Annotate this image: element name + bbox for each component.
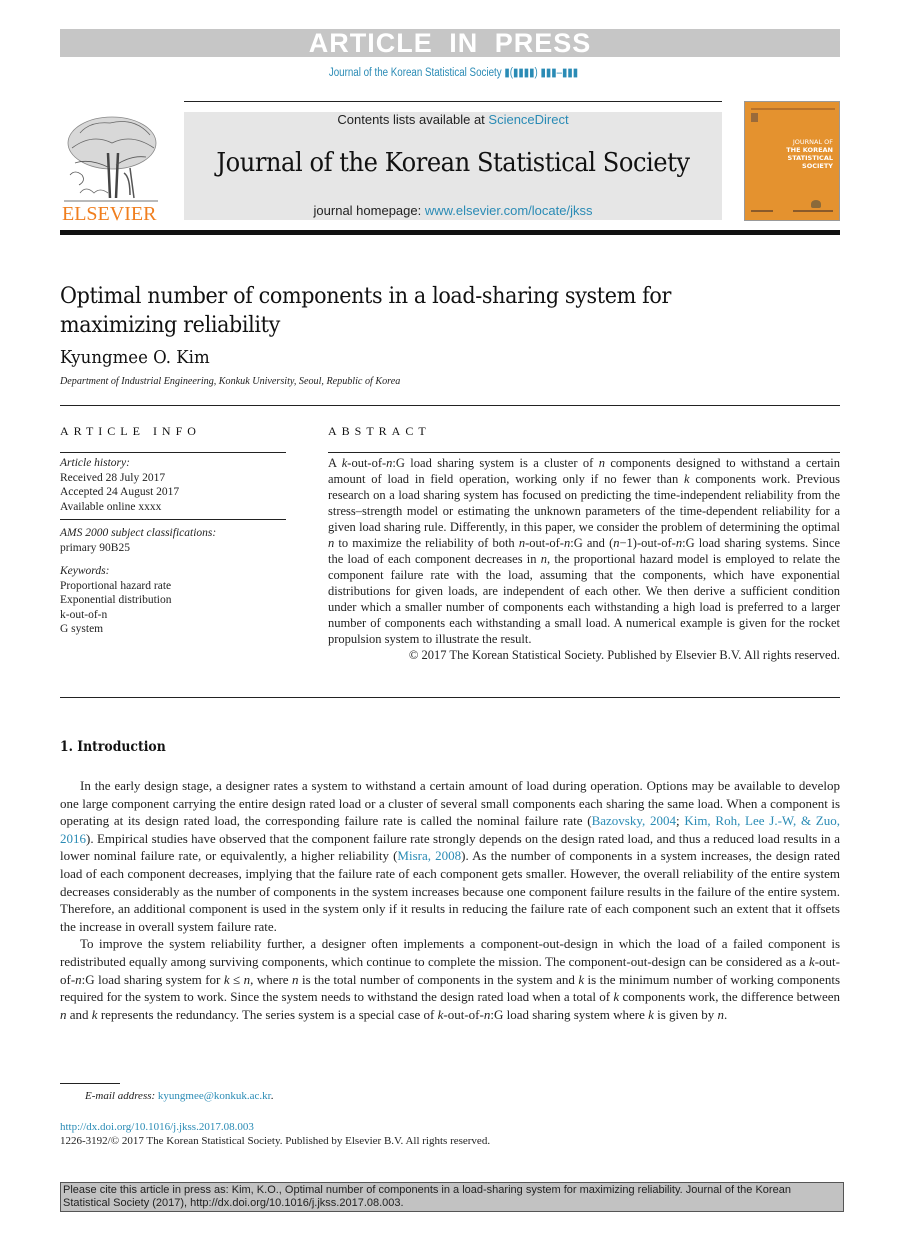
abstract-copyright: © 2017 The Korean Statistical Society. P… xyxy=(408,648,840,662)
article-info-heading: ARTICLE INFO xyxy=(60,424,201,438)
abstract-paragraph: A k-out-of-n:G load sharing system is a … xyxy=(328,456,841,646)
homepage-prefix: journal homepage: xyxy=(313,203,425,218)
abstract-text: A k-out-of-n:G load sharing system is a … xyxy=(328,455,840,663)
cover-seal-icon xyxy=(811,200,821,208)
footnote-rule xyxy=(60,1083,120,1084)
history-label: Article history: xyxy=(60,457,130,469)
citation-box: Please cite this article in press as: Ki… xyxy=(60,1182,844,1212)
author-affiliation: Department of Industrial Engineering, Ko… xyxy=(60,375,401,387)
sciencedirect-link[interactable]: ScienceDirect xyxy=(488,112,568,127)
abstract-rule xyxy=(328,452,840,453)
keyword: Proportional hazard rate xyxy=(60,579,172,592)
issn-copyright: 1226-3192/© 2017 The Korean Statistical … xyxy=(60,1135,491,1147)
journal-cover-thumbnail[interactable]: JOURNAL OF THE KOREAN STATISTICAL SOCIET… xyxy=(744,101,840,221)
keyword: Exponential distribution xyxy=(60,594,172,606)
email-link[interactable]: kyungmee@konkuk.ac.kr xyxy=(158,1090,271,1102)
article-info: Article history: Received 28 July 2017 A… xyxy=(60,456,286,637)
introduction-body: In the early design stage, a designer ra… xyxy=(60,777,840,1023)
doi-link[interactable]: http://dx.doi.org/10.1016/j.jkss.2017.08… xyxy=(60,1121,254,1133)
article-title-line: Optimal number of components in a load-s… xyxy=(60,283,671,309)
keywords-label: Keywords: xyxy=(60,565,110,577)
article-title: Optimal number of components in a load-s… xyxy=(60,282,759,340)
accepted-date: Accepted 24 August 2017 xyxy=(60,486,180,498)
header-top-rule xyxy=(184,101,722,102)
reference-link-bazovsky[interactable]: Bazovsky, 2004 xyxy=(592,813,676,828)
cover-footer-right xyxy=(793,210,833,212)
article-info-divider xyxy=(60,519,286,520)
cover-title-line: SOCIETY xyxy=(802,162,833,170)
contents-prefix: Contents lists available at xyxy=(337,112,489,127)
cover-title-line: STATISTICAL xyxy=(787,154,833,162)
abstract-heading: ABSTRACT xyxy=(328,424,431,438)
journal-reference: Journal of the Korean Statistical Societ… xyxy=(328,67,579,79)
homepage-link[interactable]: www.elsevier.com/locate/jkss xyxy=(425,203,593,218)
cover-title-line: THE KOREAN xyxy=(786,146,833,154)
article-info-rule xyxy=(60,452,286,453)
cover-top-strip xyxy=(751,108,835,110)
cover-title-line: JOURNAL OF xyxy=(792,138,833,146)
ams-value: primary 90B25 xyxy=(60,541,130,554)
keyword: G system xyxy=(60,623,104,635)
reference-link-misra[interactable]: Misra, 2008 xyxy=(397,848,461,863)
ams-label: AMS 2000 subject classifications: xyxy=(60,527,217,539)
intro-paragraph-1: In the early design stage, a designer ra… xyxy=(60,778,840,934)
cover-footer-left xyxy=(751,210,773,212)
footnote-email: E-mail address: kyungmee@konkuk.ac.kr. xyxy=(85,1090,274,1102)
journal-homepage: journal homepage: www.elsevier.com/locat… xyxy=(184,203,722,218)
elsevier-tree-logo-icon xyxy=(64,116,158,202)
front-matter-rule xyxy=(60,405,840,406)
section-heading-introduction: 1. Introduction xyxy=(60,739,166,755)
journal-title: Journal of the Korean Statistical Societ… xyxy=(216,148,690,178)
elsevier-logo-text: ELSEVIER xyxy=(62,203,157,225)
header-bottom-bar xyxy=(60,230,840,235)
received-date: Received 28 July 2017 xyxy=(60,471,166,484)
intro-paragraph-2: To improve the system reliability furthe… xyxy=(60,936,841,1022)
abstract-bottom-rule xyxy=(60,697,840,698)
email-label: E-mail address: xyxy=(85,1090,158,1102)
keyword: k-out-of-n xyxy=(60,608,108,621)
cover-elsevier-icon xyxy=(751,113,758,122)
contents-available: Contents lists available at ScienceDirec… xyxy=(184,112,722,127)
doi-url[interactable]: http://dx.doi.org/10.1016/j.jkss.2017.08… xyxy=(60,1121,254,1133)
online-date: Available online xxxx xyxy=(60,500,162,513)
author-name: Kyungmee O. Kim xyxy=(60,347,210,368)
article-in-press-banner: ARTICLE IN PRESS xyxy=(60,29,840,58)
article-title-line: maximizing reliability xyxy=(60,312,280,338)
cover-title: JOURNAL OF THE KOREAN STATISTICAL SOCIET… xyxy=(786,138,833,170)
